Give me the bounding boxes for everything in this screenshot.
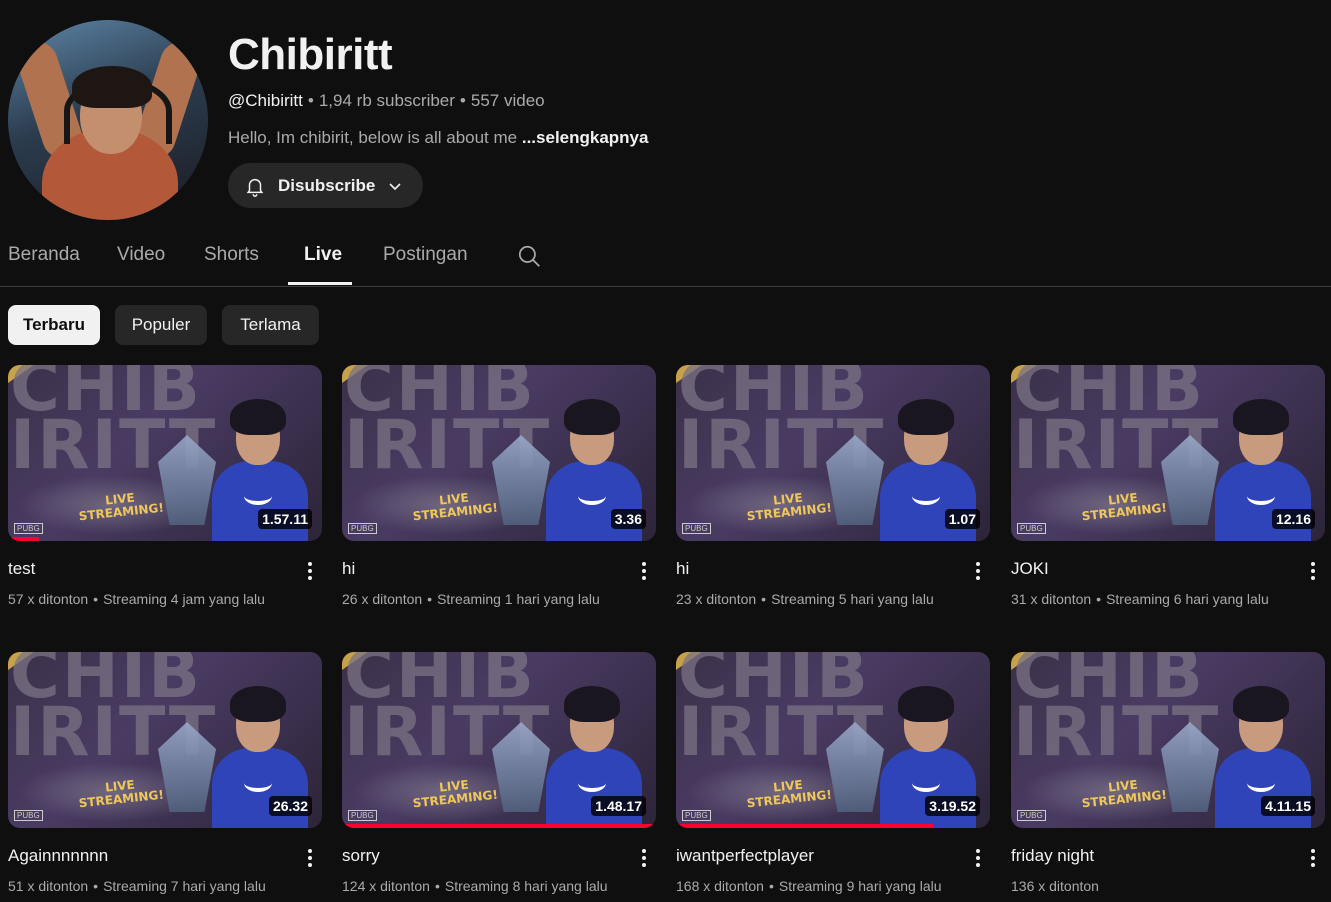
view-count: 124 x ditonton [342, 878, 430, 894]
chip-populer[interactable]: Populer [115, 305, 207, 345]
more-vert-icon[interactable] [1303, 559, 1323, 583]
video-thumbnail[interactable]: CHIB IRITT LIVE STREAMING! PUBG 1.07 [676, 365, 990, 541]
video-thumbnail[interactable]: CHIB IRITT LIVE STREAMING! PUBG 4.11.15 [1011, 652, 1325, 828]
chip-terbaru[interactable]: Terbaru [8, 305, 100, 345]
duration-badge: 4.11.15 [1261, 796, 1315, 816]
tab-video[interactable]: Video [117, 244, 165, 266]
video-stats: 23 x ditonton • Streaming 5 hari yang lalu [676, 591, 934, 607]
pubg-badge: PUBG [1017, 810, 1046, 821]
view-count: 23 x ditonton [676, 591, 757, 607]
video-thumbnail[interactable]: CHIB IRITT LIVE STREAMING! PUBG 26.32 [8, 652, 322, 828]
video-count: 557 video [470, 91, 545, 110]
video-card[interactable]: CHIB IRITT LIVE STREAMING! PUBG 4.11.15 frid… [1011, 652, 1325, 902]
stream-time: Streaming 7 hari yang lalu [103, 878, 266, 894]
video-stats: 136 x ditonton [1011, 878, 1099, 894]
search-icon[interactable] [516, 243, 542, 269]
view-count: 136 x ditonton [1011, 878, 1099, 894]
chevron-down-icon [389, 182, 401, 190]
tab-shorts[interactable]: Shorts [204, 244, 259, 266]
video-title[interactable]: hi [342, 559, 355, 579]
channel-tabs: Beranda Video Shorts Live Postingan [0, 230, 1331, 287]
duration-badge: 1.07 [944, 509, 980, 529]
channel-meta: @Chibiritt • 1,94 rb subscriber • 557 video [228, 91, 545, 110]
view-count: 57 x ditonton [8, 591, 89, 607]
channel-header: Chibiritt @Chibiritt • 1,94 rb subscriber •… [0, 0, 1331, 230]
pubg-badge: PUBG [348, 810, 377, 821]
more-vert-icon[interactable] [1303, 846, 1323, 870]
duration-badge: 12.16 [1271, 509, 1315, 529]
pubg-badge: PUBG [682, 810, 711, 821]
subscriber-count: 1,94 rb subscriber [318, 91, 455, 110]
more-vert-icon[interactable] [300, 559, 320, 583]
tab-postingan[interactable]: Postingan [383, 244, 468, 266]
description-text: Hello, Im chibirit, below is all about m… [228, 128, 518, 147]
video-thumbnail[interactable]: CHIB IRITT LIVE STREAMING! PUBG 1.57.11 [8, 365, 322, 541]
pubg-badge: PUBG [14, 810, 43, 821]
watch-progress-bar [676, 824, 934, 828]
pubg-badge: PUBG [1017, 523, 1046, 534]
watch-progress-bar [342, 824, 656, 828]
channel-name: Chibiritt [228, 30, 393, 79]
chip-terlama[interactable]: Terlama [222, 305, 319, 345]
video-stats: 26 x ditonton • Streaming 1 hari yang lalu [342, 591, 600, 607]
video-stats: 57 x ditonton • Streaming 4 jam yang lalu [8, 591, 265, 607]
duration-badge: 1.57.11 [258, 509, 312, 529]
duration-badge: 3.36 [610, 509, 646, 529]
subscribe-label: Disubscribe [278, 175, 376, 195]
video-title[interactable]: Againnnnnnn [8, 846, 108, 866]
subscribe-button[interactable]: Disubscribe [228, 163, 423, 208]
view-count: 26 x ditonton [342, 591, 423, 607]
stream-time: Streaming 4 jam yang lalu [103, 591, 265, 607]
video-stats: 51 x ditonton • Streaming 7 hari yang lalu [8, 878, 266, 894]
tab-beranda[interactable]: Beranda [8, 244, 80, 266]
video-thumbnail[interactable]: CHIB IRITT LIVE STREAMING! PUBG 3.19.52 [676, 652, 990, 828]
video-card[interactable]: CHIB IRITT LIVE STREAMING! PUBG 3.19.52 iwan… [676, 652, 990, 902]
video-stats: 168 x ditonton • Streaming 9 hari yang lal… [676, 878, 942, 894]
more-link[interactable]: ...selengkapnya [522, 128, 649, 147]
stream-time: Streaming 6 hari yang lalu [1106, 591, 1269, 607]
video-stats: 31 x ditonton • Streaming 6 hari yang lalu [1011, 591, 1269, 607]
video-title[interactable]: hi [676, 559, 689, 579]
video-card[interactable]: CHIB IRITT LIVE STREAMING! PUBG 12.16 JOKI 31… [1011, 365, 1325, 615]
duration-badge: 26.32 [268, 796, 312, 816]
channel-avatar[interactable] [8, 20, 208, 220]
stream-time: Streaming 8 hari yang lalu [444, 878, 608, 894]
pubg-badge: PUBG [682, 523, 711, 534]
channel-description: Hello, Im chibirit, below is all about m… [228, 128, 648, 148]
stream-time: Streaming 5 hari yang lalu [771, 591, 934, 607]
video-card[interactable]: CHIB IRITT LIVE STREAMING! PUBG 3.36 hi 26 x … [342, 365, 656, 615]
watch-progress-bar [8, 537, 40, 541]
video-title[interactable]: JOKI [1011, 559, 1049, 579]
video-title[interactable]: iwantperfectplayer [676, 846, 814, 866]
active-tab-indicator [288, 282, 352, 285]
video-title[interactable]: test [8, 559, 35, 579]
pubg-badge: PUBG [348, 523, 377, 534]
tab-live[interactable]: Live [304, 244, 342, 266]
view-count: 31 x ditonton [1011, 591, 1092, 607]
more-vert-icon[interactable] [968, 846, 988, 870]
stream-time: Streaming 9 hari yang lalu [778, 878, 942, 894]
video-stats: 124 x ditonton • Streaming 8 hari yang lal… [342, 878, 608, 894]
view-count: 51 x ditonton [8, 878, 89, 894]
more-vert-icon[interactable] [300, 846, 320, 870]
view-count: 168 x ditonton [676, 878, 764, 894]
video-card[interactable]: CHIB IRITT LIVE STREAMING! PUBG 1.57.11 test… [8, 365, 322, 615]
channel-handle: @Chibiritt [228, 91, 303, 110]
more-vert-icon[interactable] [634, 559, 654, 583]
more-vert-icon[interactable] [968, 559, 988, 583]
video-card[interactable]: CHIB IRITT LIVE STREAMING! PUBG 26.32 Againn… [8, 652, 322, 902]
duration-badge: 1.48.17 [591, 796, 646, 816]
pubg-badge: PUBG [14, 523, 43, 534]
video-thumbnail[interactable]: CHIB IRITT LIVE STREAMING! PUBG 12.16 [1011, 365, 1325, 541]
video-title[interactable]: friday night [1011, 846, 1094, 866]
bell-icon [246, 178, 264, 197]
duration-badge: 3.19.52 [925, 796, 980, 816]
video-card[interactable]: CHIB IRITT LIVE STREAMING! PUBG 1.48.17 sorr… [342, 652, 656, 902]
more-vert-icon[interactable] [634, 846, 654, 870]
video-card[interactable]: CHIB IRITT LIVE STREAMING! PUBG 1.07 hi 23 x … [676, 365, 990, 615]
stream-time: Streaming 1 hari yang lalu [437, 591, 600, 607]
video-title[interactable]: sorry [342, 846, 380, 866]
video-thumbnail[interactable]: CHIB IRITT LIVE STREAMING! PUBG 1.48.17 [342, 652, 656, 828]
video-thumbnail[interactable]: CHIB IRITT LIVE STREAMING! PUBG 3.36 [342, 365, 656, 541]
